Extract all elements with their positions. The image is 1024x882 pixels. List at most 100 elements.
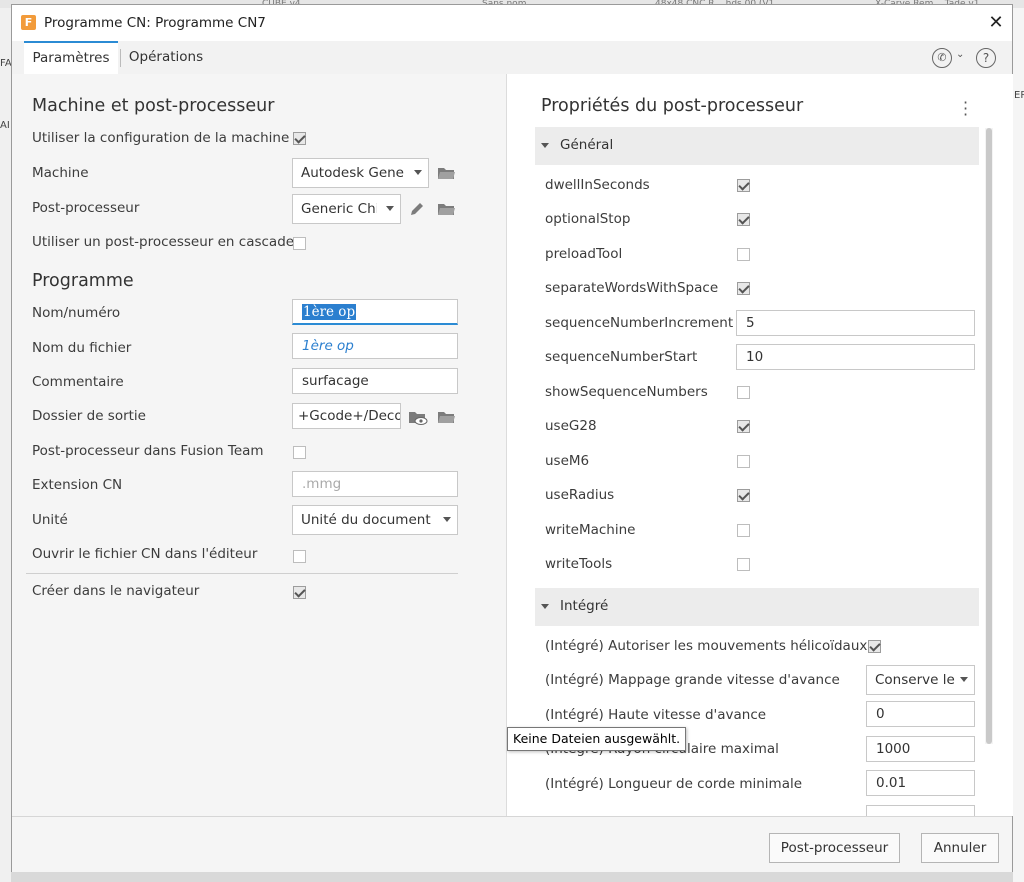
chevron-down-icon	[443, 517, 451, 522]
nc-extension-label: Extension CN	[32, 477, 123, 493]
folder-icon[interactable]	[437, 166, 456, 180]
group-header-general[interactable]: Général	[535, 127, 979, 165]
prop-checkbox-showsequencenumbers[interactable]	[737, 386, 750, 399]
chevron-down-icon	[960, 677, 968, 682]
folder-icon[interactable]	[437, 410, 456, 424]
tab-separator	[120, 49, 121, 67]
prop-input-max-circular-radius[interactable]: 1000	[866, 736, 975, 762]
program-number-label: Nom/numéro	[32, 305, 121, 321]
chevron-down-icon	[414, 170, 422, 175]
cascade-post-checkbox[interactable]	[293, 237, 306, 250]
tab-operations[interactable]: Opérations	[126, 41, 206, 74]
prop-label: sequenceNumberStart	[545, 349, 698, 365]
folder-eye-icon[interactable]	[408, 410, 428, 425]
more-options-icon[interactable]: · · ·	[963, 95, 968, 123]
prop-checkbox-separatewordswithspace[interactable]	[737, 282, 750, 295]
prop-label: showSequenceNumbers	[545, 384, 708, 400]
filename-input[interactable]: 1ère op	[292, 333, 458, 359]
settings-pane: Machine et post-processeur Utiliser la c…	[12, 74, 506, 816]
close-button[interactable]: ✕	[984, 11, 1008, 35]
dialog-titlebar: F Programme CN: Programme CN7 ✕	[12, 5, 1012, 41]
prop-label: dwellInSeconds	[545, 177, 650, 193]
machine-select[interactable]: Autodesk Generi	[292, 158, 429, 188]
prop-select-value: Conserve le	[875, 672, 955, 688]
machine-label: Machine	[32, 165, 89, 181]
post-processor-select-value: Generic Chi	[301, 201, 377, 217]
prop-checkbox-helical[interactable]	[868, 640, 881, 653]
unit-select-value: Unité du document	[301, 512, 431, 528]
program-number-selected-text: 1ère op	[302, 304, 357, 320]
prop-label: writeMachine	[545, 522, 636, 538]
section-title-machine: Machine et post-processeur	[32, 96, 275, 116]
background-fragment: ER	[1014, 90, 1024, 101]
prop-checkbox-usem6[interactable]	[737, 455, 750, 468]
prop-checkbox-dwellinseconds[interactable]	[737, 179, 750, 192]
create-in-browser-checkbox[interactable]	[293, 586, 306, 599]
prop-input-next-row[interactable]	[866, 805, 975, 816]
prop-checkbox-preloadtool[interactable]	[737, 248, 750, 261]
prop-label: (Intégré) Longueur de corde minimale	[545, 776, 803, 792]
scrollbar-thumb[interactable]	[986, 128, 992, 744]
tab-strip: Paramètres Opérations ✆ ⌄ ?	[12, 41, 1012, 74]
prop-checkbox-writetools[interactable]	[737, 558, 750, 571]
group-header-label: Général	[560, 137, 614, 153]
post-properties-title: Propriétés du post-processeur	[541, 96, 804, 116]
chevron-down-icon[interactable]: ⌄	[956, 49, 964, 60]
unit-select[interactable]: Unité du document	[292, 505, 458, 535]
group-header-integre[interactable]: Intégré	[535, 588, 979, 626]
program-number-input[interactable]: 1ère op	[292, 299, 458, 325]
machine-select-value: Autodesk Generi	[301, 165, 405, 181]
post-processor-select[interactable]: Generic Chi	[292, 194, 401, 224]
prop-checkbox-useg28[interactable]	[737, 420, 750, 433]
dialog-footer: Post-processeur Annuler	[12, 816, 1012, 872]
prop-label: preloadTool	[545, 246, 623, 262]
prop-label: sequenceNumberIncrement	[545, 315, 734, 331]
prop-input-sequencenumberincrement[interactable]: 5	[736, 310, 975, 336]
output-folder-label: Dossier de sortie	[32, 408, 146, 424]
post-properties-pane: Propriétés du post-processeur · · · Généra…	[506, 74, 1013, 816]
tab-parametres[interactable]: Paramètres	[24, 41, 118, 74]
create-in-browser-label: Créer dans le navigateur	[32, 583, 200, 599]
unit-label: Unité	[32, 512, 68, 528]
filename-label: Nom du fichier	[32, 340, 132, 356]
fusion-team-label: Post-processeur dans Fusion Team	[32, 443, 264, 459]
prop-select-rapid-mapping[interactable]: Conserve le	[866, 665, 975, 695]
use-machine-config-checkbox[interactable]	[293, 132, 306, 145]
folder-icon[interactable]	[437, 202, 456, 216]
post-processor-label: Post-processeur	[32, 200, 140, 216]
background-fragment: FA	[0, 58, 12, 69]
post-process-button[interactable]: Post-processeur	[769, 833, 900, 863]
prop-label: (Intégré) Haute vitesse d'avance	[545, 707, 767, 723]
fusion-team-checkbox[interactable]	[293, 446, 306, 459]
prop-checkbox-optionalstop[interactable]	[737, 213, 750, 226]
output-folder-input[interactable]: +Gcode+/Deco	[292, 403, 401, 429]
open-editor-checkbox[interactable]	[293, 550, 306, 563]
dialog-title: Programme CN: Programme CN7	[44, 15, 266, 31]
prop-label: useM6	[545, 453, 590, 469]
open-editor-label: Ouvrir le fichier CN dans l'éditeur	[32, 546, 258, 562]
phone-icon[interactable]: ✆	[932, 48, 952, 68]
pencil-icon[interactable]	[408, 201, 425, 218]
section-title-program: Programme	[32, 271, 134, 291]
cancel-button[interactable]: Annuler	[921, 833, 999, 863]
background-app-left: FA AI	[0, 8, 12, 882]
prop-checkbox-useradius[interactable]	[737, 489, 750, 502]
prop-label: optionalStop	[545, 211, 631, 227]
help-icon[interactable]: ?	[976, 48, 996, 68]
cascade-post-label: Utiliser un post-processeur en cascade	[32, 234, 295, 250]
prop-input-sequencenumberstart[interactable]: 10	[736, 344, 975, 370]
prop-label: (Intégré) Autoriser les mouvements hélic…	[545, 638, 868, 654]
comment-label: Commentaire	[32, 374, 124, 390]
prop-label: useG28	[545, 418, 597, 434]
section-divider	[26, 573, 458, 574]
fusion-app-icon: F	[21, 15, 36, 30]
use-machine-config-label: Utiliser la configuration de la machine	[32, 130, 290, 146]
comment-input[interactable]: surfacage	[292, 368, 458, 394]
prop-input-min-chord-length[interactable]: 0.01	[866, 770, 975, 796]
prop-label: separateWordsWithSpace	[545, 280, 719, 296]
prop-checkbox-writemachine[interactable]	[737, 524, 750, 537]
file-tooltip: Keine Dateien ausgewählt.	[507, 727, 687, 751]
prop-input-high-feedrate[interactable]: 0	[866, 701, 975, 727]
chevron-down-icon	[541, 143, 549, 148]
nc-extension-input[interactable]: .mmg	[292, 471, 458, 497]
